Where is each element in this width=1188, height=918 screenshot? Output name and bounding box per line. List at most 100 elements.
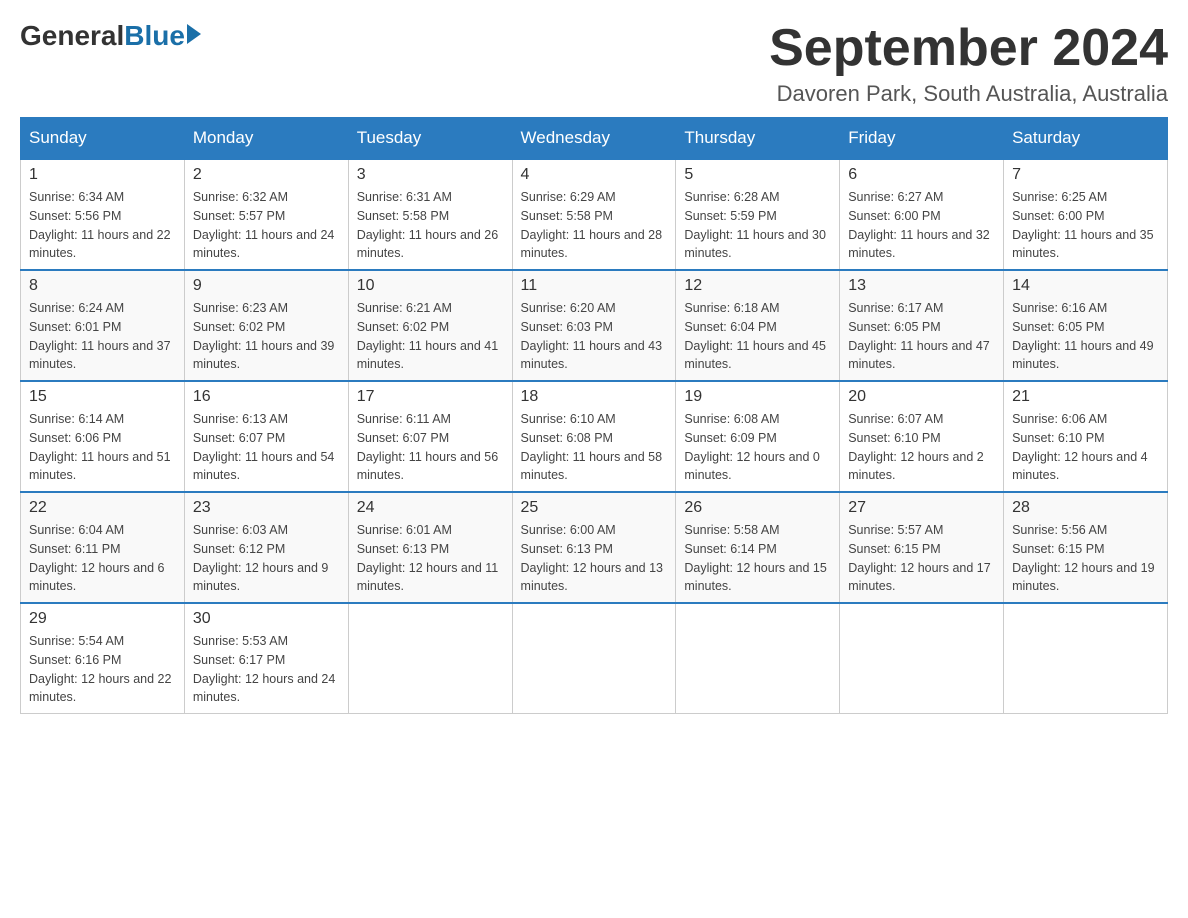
day-number: 11: [521, 277, 668, 295]
day-info: Sunrise: 6:29 AM Sunset: 5:58 PM Dayligh…: [521, 188, 668, 263]
calendar-cell: 27 Sunrise: 5:57 AM Sunset: 6:15 PM Dayl…: [840, 492, 1004, 603]
month-title: September 2024: [769, 20, 1168, 77]
calendar-cell: [676, 603, 840, 714]
day-info: Sunrise: 5:58 AM Sunset: 6:14 PM Dayligh…: [684, 521, 831, 596]
day-number: 26: [684, 499, 831, 517]
calendar-cell: [840, 603, 1004, 714]
calendar-cell: 24 Sunrise: 6:01 AM Sunset: 6:13 PM Dayl…: [348, 492, 512, 603]
day-number: 6: [848, 166, 995, 184]
calendar-cell: 6 Sunrise: 6:27 AM Sunset: 6:00 PM Dayli…: [840, 159, 1004, 270]
day-info: Sunrise: 5:53 AM Sunset: 6:17 PM Dayligh…: [193, 632, 340, 707]
calendar-cell: 17 Sunrise: 6:11 AM Sunset: 6:07 PM Dayl…: [348, 381, 512, 492]
day-info: Sunrise: 6:25 AM Sunset: 6:00 PM Dayligh…: [1012, 188, 1159, 263]
day-info: Sunrise: 6:14 AM Sunset: 6:06 PM Dayligh…: [29, 410, 176, 485]
title-section: September 2024 Davoren Park, South Austr…: [769, 20, 1168, 107]
day-info: Sunrise: 6:32 AM Sunset: 5:57 PM Dayligh…: [193, 188, 340, 263]
day-number: 15: [29, 388, 176, 406]
day-number: 8: [29, 277, 176, 295]
day-number: 25: [521, 499, 668, 517]
day-number: 19: [684, 388, 831, 406]
calendar-cell: 4 Sunrise: 6:29 AM Sunset: 5:58 PM Dayli…: [512, 159, 676, 270]
day-number: 29: [29, 610, 176, 628]
calendar-table: SundayMondayTuesdayWednesdayThursdayFrid…: [20, 117, 1168, 714]
calendar-cell: 13 Sunrise: 6:17 AM Sunset: 6:05 PM Dayl…: [840, 270, 1004, 381]
calendar-day-header: Friday: [840, 118, 1004, 160]
calendar-cell: 22 Sunrise: 6:04 AM Sunset: 6:11 PM Dayl…: [21, 492, 185, 603]
day-info: Sunrise: 6:10 AM Sunset: 6:08 PM Dayligh…: [521, 410, 668, 485]
calendar-cell: 7 Sunrise: 6:25 AM Sunset: 6:00 PM Dayli…: [1004, 159, 1168, 270]
day-number: 13: [848, 277, 995, 295]
day-number: 10: [357, 277, 504, 295]
day-info: Sunrise: 6:03 AM Sunset: 6:12 PM Dayligh…: [193, 521, 340, 596]
calendar-week-row: 15 Sunrise: 6:14 AM Sunset: 6:06 PM Dayl…: [21, 381, 1168, 492]
day-number: 27: [848, 499, 995, 517]
calendar-cell: 5 Sunrise: 6:28 AM Sunset: 5:59 PM Dayli…: [676, 159, 840, 270]
day-info: Sunrise: 6:23 AM Sunset: 6:02 PM Dayligh…: [193, 299, 340, 374]
day-number: 23: [193, 499, 340, 517]
day-number: 21: [1012, 388, 1159, 406]
day-info: Sunrise: 6:11 AM Sunset: 6:07 PM Dayligh…: [357, 410, 504, 485]
location-title: Davoren Park, South Australia, Australia: [769, 81, 1168, 107]
day-info: Sunrise: 6:20 AM Sunset: 6:03 PM Dayligh…: [521, 299, 668, 374]
day-info: Sunrise: 6:18 AM Sunset: 6:04 PM Dayligh…: [684, 299, 831, 374]
calendar-cell: 3 Sunrise: 6:31 AM Sunset: 5:58 PM Dayli…: [348, 159, 512, 270]
calendar-week-row: 1 Sunrise: 6:34 AM Sunset: 5:56 PM Dayli…: [21, 159, 1168, 270]
day-info: Sunrise: 6:13 AM Sunset: 6:07 PM Dayligh…: [193, 410, 340, 485]
calendar-cell: 18 Sunrise: 6:10 AM Sunset: 6:08 PM Dayl…: [512, 381, 676, 492]
logo-triangle-icon: [187, 24, 201, 44]
day-number: 16: [193, 388, 340, 406]
day-info: Sunrise: 6:34 AM Sunset: 5:56 PM Dayligh…: [29, 188, 176, 263]
calendar-cell: [348, 603, 512, 714]
calendar-day-header: Tuesday: [348, 118, 512, 160]
calendar-cell: 16 Sunrise: 6:13 AM Sunset: 6:07 PM Dayl…: [184, 381, 348, 492]
calendar-cell: 9 Sunrise: 6:23 AM Sunset: 6:02 PM Dayli…: [184, 270, 348, 381]
day-info: Sunrise: 6:00 AM Sunset: 6:13 PM Dayligh…: [521, 521, 668, 596]
calendar-cell: 30 Sunrise: 5:53 AM Sunset: 6:17 PM Dayl…: [184, 603, 348, 714]
calendar-day-header: Sunday: [21, 118, 185, 160]
calendar-day-header: Wednesday: [512, 118, 676, 160]
day-number: 2: [193, 166, 340, 184]
day-info: Sunrise: 6:07 AM Sunset: 6:10 PM Dayligh…: [848, 410, 995, 485]
day-number: 18: [521, 388, 668, 406]
calendar-week-row: 29 Sunrise: 5:54 AM Sunset: 6:16 PM Dayl…: [21, 603, 1168, 714]
day-number: 28: [1012, 499, 1159, 517]
page-header: General Blue September 2024 Davoren Park…: [20, 20, 1168, 107]
calendar-cell: 28 Sunrise: 5:56 AM Sunset: 6:15 PM Dayl…: [1004, 492, 1168, 603]
day-number: 9: [193, 277, 340, 295]
day-info: Sunrise: 5:56 AM Sunset: 6:15 PM Dayligh…: [1012, 521, 1159, 596]
calendar-cell: [1004, 603, 1168, 714]
calendar-week-row: 8 Sunrise: 6:24 AM Sunset: 6:01 PM Dayli…: [21, 270, 1168, 381]
calendar-cell: 26 Sunrise: 5:58 AM Sunset: 6:14 PM Dayl…: [676, 492, 840, 603]
calendar-cell: 12 Sunrise: 6:18 AM Sunset: 6:04 PM Dayl…: [676, 270, 840, 381]
day-info: Sunrise: 6:08 AM Sunset: 6:09 PM Dayligh…: [684, 410, 831, 485]
calendar-cell: 11 Sunrise: 6:20 AM Sunset: 6:03 PM Dayl…: [512, 270, 676, 381]
calendar-cell: 15 Sunrise: 6:14 AM Sunset: 6:06 PM Dayl…: [21, 381, 185, 492]
day-number: 14: [1012, 277, 1159, 295]
day-number: 4: [521, 166, 668, 184]
day-info: Sunrise: 6:16 AM Sunset: 6:05 PM Dayligh…: [1012, 299, 1159, 374]
logo-blue-text: Blue: [124, 20, 185, 52]
day-info: Sunrise: 6:27 AM Sunset: 6:00 PM Dayligh…: [848, 188, 995, 263]
calendar-cell: 19 Sunrise: 6:08 AM Sunset: 6:09 PM Dayl…: [676, 381, 840, 492]
day-info: Sunrise: 6:31 AM Sunset: 5:58 PM Dayligh…: [357, 188, 504, 263]
calendar-cell: 1 Sunrise: 6:34 AM Sunset: 5:56 PM Dayli…: [21, 159, 185, 270]
logo-general-text: General: [20, 20, 124, 52]
calendar-cell: 2 Sunrise: 6:32 AM Sunset: 5:57 PM Dayli…: [184, 159, 348, 270]
day-number: 24: [357, 499, 504, 517]
day-info: Sunrise: 6:24 AM Sunset: 6:01 PM Dayligh…: [29, 299, 176, 374]
day-info: Sunrise: 5:54 AM Sunset: 6:16 PM Dayligh…: [29, 632, 176, 707]
calendar-cell: 25 Sunrise: 6:00 AM Sunset: 6:13 PM Dayl…: [512, 492, 676, 603]
day-number: 30: [193, 610, 340, 628]
calendar-header-row: SundayMondayTuesdayWednesdayThursdayFrid…: [21, 118, 1168, 160]
day-number: 3: [357, 166, 504, 184]
calendar-cell: 20 Sunrise: 6:07 AM Sunset: 6:10 PM Dayl…: [840, 381, 1004, 492]
calendar-cell: 21 Sunrise: 6:06 AM Sunset: 6:10 PM Dayl…: [1004, 381, 1168, 492]
calendar-cell: 14 Sunrise: 6:16 AM Sunset: 6:05 PM Dayl…: [1004, 270, 1168, 381]
day-info: Sunrise: 6:06 AM Sunset: 6:10 PM Dayligh…: [1012, 410, 1159, 485]
calendar-week-row: 22 Sunrise: 6:04 AM Sunset: 6:11 PM Dayl…: [21, 492, 1168, 603]
day-number: 1: [29, 166, 176, 184]
day-info: Sunrise: 5:57 AM Sunset: 6:15 PM Dayligh…: [848, 521, 995, 596]
day-info: Sunrise: 6:01 AM Sunset: 6:13 PM Dayligh…: [357, 521, 504, 596]
day-number: 20: [848, 388, 995, 406]
calendar-cell: 23 Sunrise: 6:03 AM Sunset: 6:12 PM Dayl…: [184, 492, 348, 603]
